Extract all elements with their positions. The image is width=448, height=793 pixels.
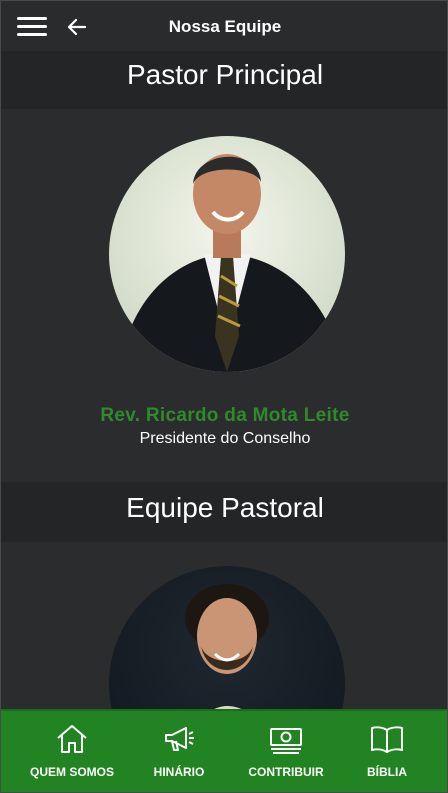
lead-pastor-name: Rev. Ricardo da Mota Leite (100, 405, 350, 426)
nav-label: BÍBLIA (367, 765, 407, 779)
section-title-lead-pastor: Pastor Principal (1, 51, 447, 109)
app-screen: Nossa Equipe Pastor Principal Rev. Ricar… (0, 0, 448, 793)
book-icon (371, 726, 403, 753)
nav-quem-somos[interactable]: QUEM SOMOS (22, 723, 122, 779)
nav-label: HINÁRIO (153, 765, 205, 779)
nav-biblia[interactable]: BÍBLIA (337, 723, 437, 779)
section-title-pastoral-team: Equipe Pastoral (1, 482, 447, 542)
money-icon (270, 728, 302, 754)
bottom-navigation: QUEM SOMOS HINÁRIO CONTRIBUIR BÍBLIA (1, 709, 447, 792)
page-title: Nossa Equipe (168, 17, 282, 36)
lead-pastor-role: Presidente do Conselho (139, 430, 311, 447)
nav-contribuir[interactable]: CONTRIBUIR (236, 723, 336, 779)
nav-hinario[interactable]: HINÁRIO (129, 723, 229, 779)
nav-label: CONTRIBUIR (248, 765, 324, 779)
top-bar: Nossa Equipe (1, 1, 447, 53)
home-icon (57, 725, 87, 753)
megaphone-icon (165, 727, 194, 751)
nav-label: QUEM SOMOS (29, 765, 114, 779)
lead-pastor-photo (109, 136, 345, 372)
